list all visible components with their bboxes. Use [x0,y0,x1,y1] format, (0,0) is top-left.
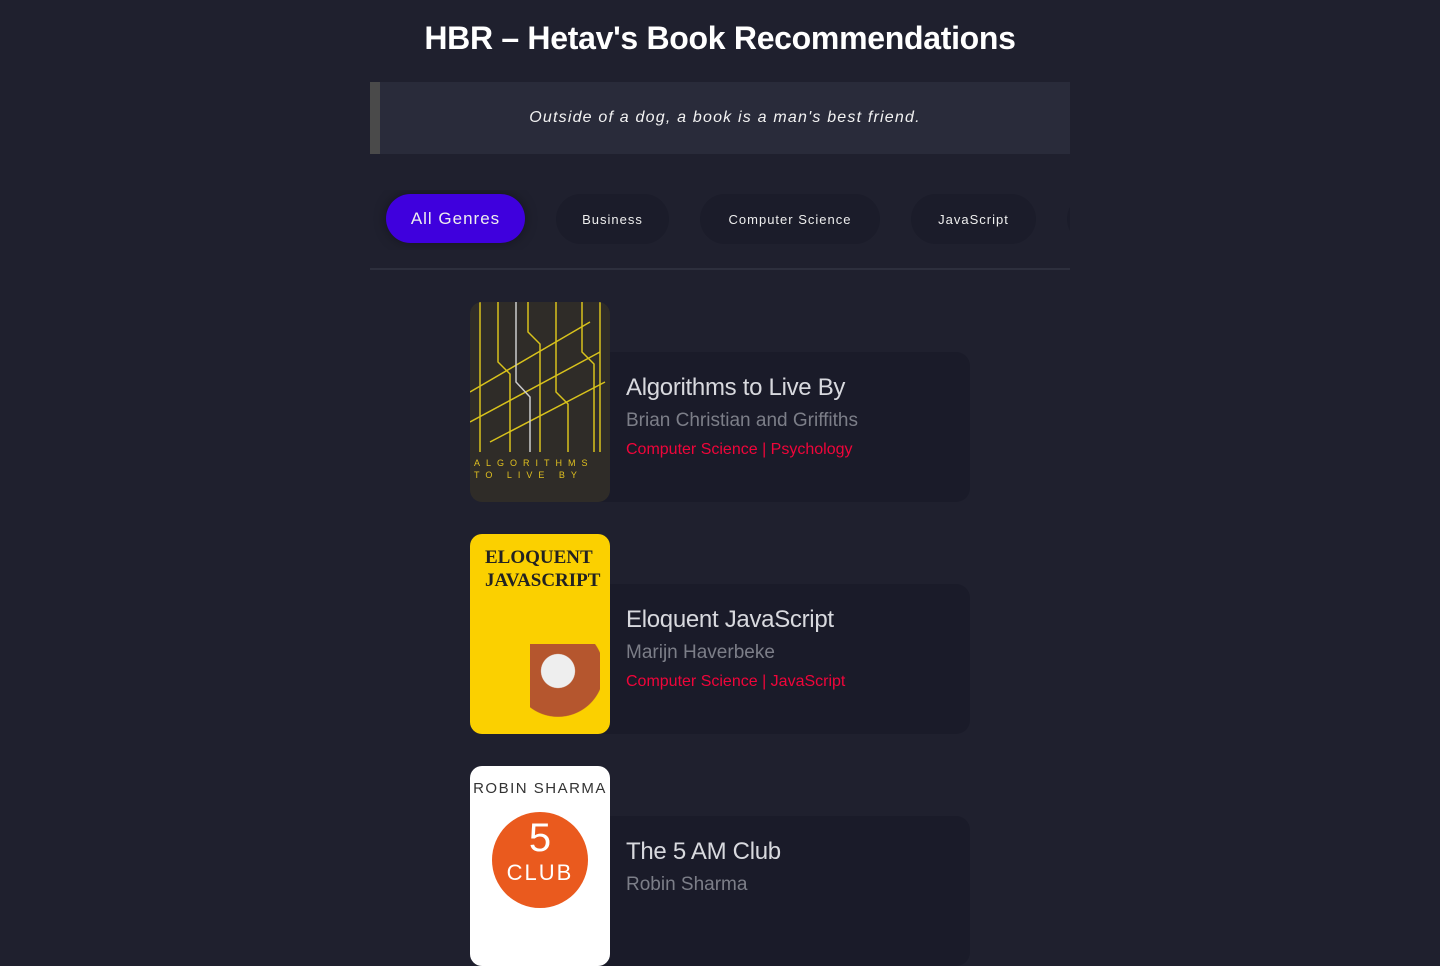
book-item[interactable]: ALGORITHMS TO LIVE BY Algorithms to Live… [470,302,970,502]
cover-circle: 5 CLUB [492,812,588,908]
divider [370,268,1070,270]
cover-title: ELOQUENT JAVASCRIPT [485,547,601,591]
genre-chip-business[interactable]: Business [556,194,669,244]
book-author: Brian Christian and Griffiths [626,410,858,431]
cover-author: ROBIN SHARMA [473,780,607,797]
quote-banner: Outside of a dog, a book is a man's best… [370,82,1070,154]
book-author: Marijn Haverbeke [626,642,775,663]
book-genres: Computer Science | JavaScript [626,673,846,690]
book-title: Algorithms to Live By [626,374,846,401]
cover-title: ALGORITHMS [474,458,594,468]
genre-filter-bar: All Genres Business Computer Science Jav… [370,190,1070,250]
book-title: Eloquent JavaScript [626,606,834,633]
book-cover-image: ALGORITHMS TO LIVE BY [470,302,610,502]
book-item[interactable]: ROBIN SHARMA 5 CLUB The 5 AM Club Robin S… [470,766,970,966]
genre-chip-computer-science[interactable]: Computer Science [700,194,880,244]
genre-chip-all[interactable]: All Genres [386,194,525,243]
bird-illustration [530,644,600,734]
book-cover-image: ROBIN SHARMA 5 CLUB [470,766,610,966]
book-author: Robin Sharma [626,874,748,895]
page-title: HBR – Hetav's Book Recommendations [424,20,1016,56]
genre-chip-javascript[interactable]: JavaScript [911,194,1036,244]
genre-chip-more[interactable] [1067,194,1070,244]
book-cover-image: ELOQUENT JAVASCRIPT [470,534,610,734]
book-title: The 5 AM Club [626,838,781,865]
quote-text: Outside of a dog, a book is a man's best… [529,109,921,126]
book-item[interactable]: ELOQUENT JAVASCRIPT Eloquent JavaScript M… [470,534,970,734]
book-genres: Computer Science | Psychology [626,441,853,458]
